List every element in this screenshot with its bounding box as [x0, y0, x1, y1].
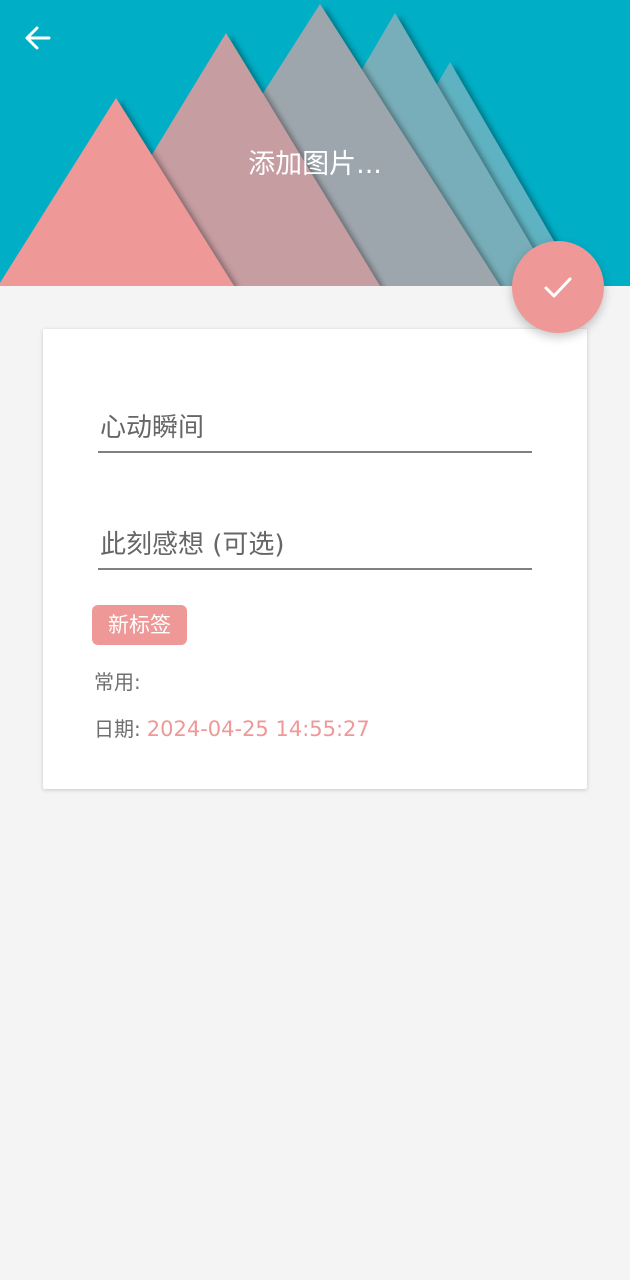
header-image-area[interactable]: 添加图片...	[0, 0, 630, 286]
date-value[interactable]: 2024-04-25 14:55:27	[147, 717, 370, 741]
note-field[interactable]	[98, 530, 532, 570]
back-button[interactable]	[22, 22, 70, 70]
title-input[interactable]	[98, 413, 532, 451]
new-tag-button[interactable]: 新标签	[92, 605, 187, 645]
memory-form-card: 新标签 常用: 日期:2024-04-25 14:55:27	[43, 329, 587, 789]
title-field[interactable]	[98, 413, 532, 453]
common-tags-label: 常用:	[94, 670, 141, 694]
note-input[interactable]	[98, 530, 532, 568]
date-row: 日期: 2024-04-25 14:55:27	[94, 713, 370, 742]
arrow-left-icon	[25, 26, 51, 50]
date-label: 日期:	[94, 717, 141, 741]
confirm-button[interactable]	[512, 241, 604, 333]
check-icon	[544, 277, 572, 298]
add-image-label[interactable]: 添加图片...	[0, 142, 630, 181]
